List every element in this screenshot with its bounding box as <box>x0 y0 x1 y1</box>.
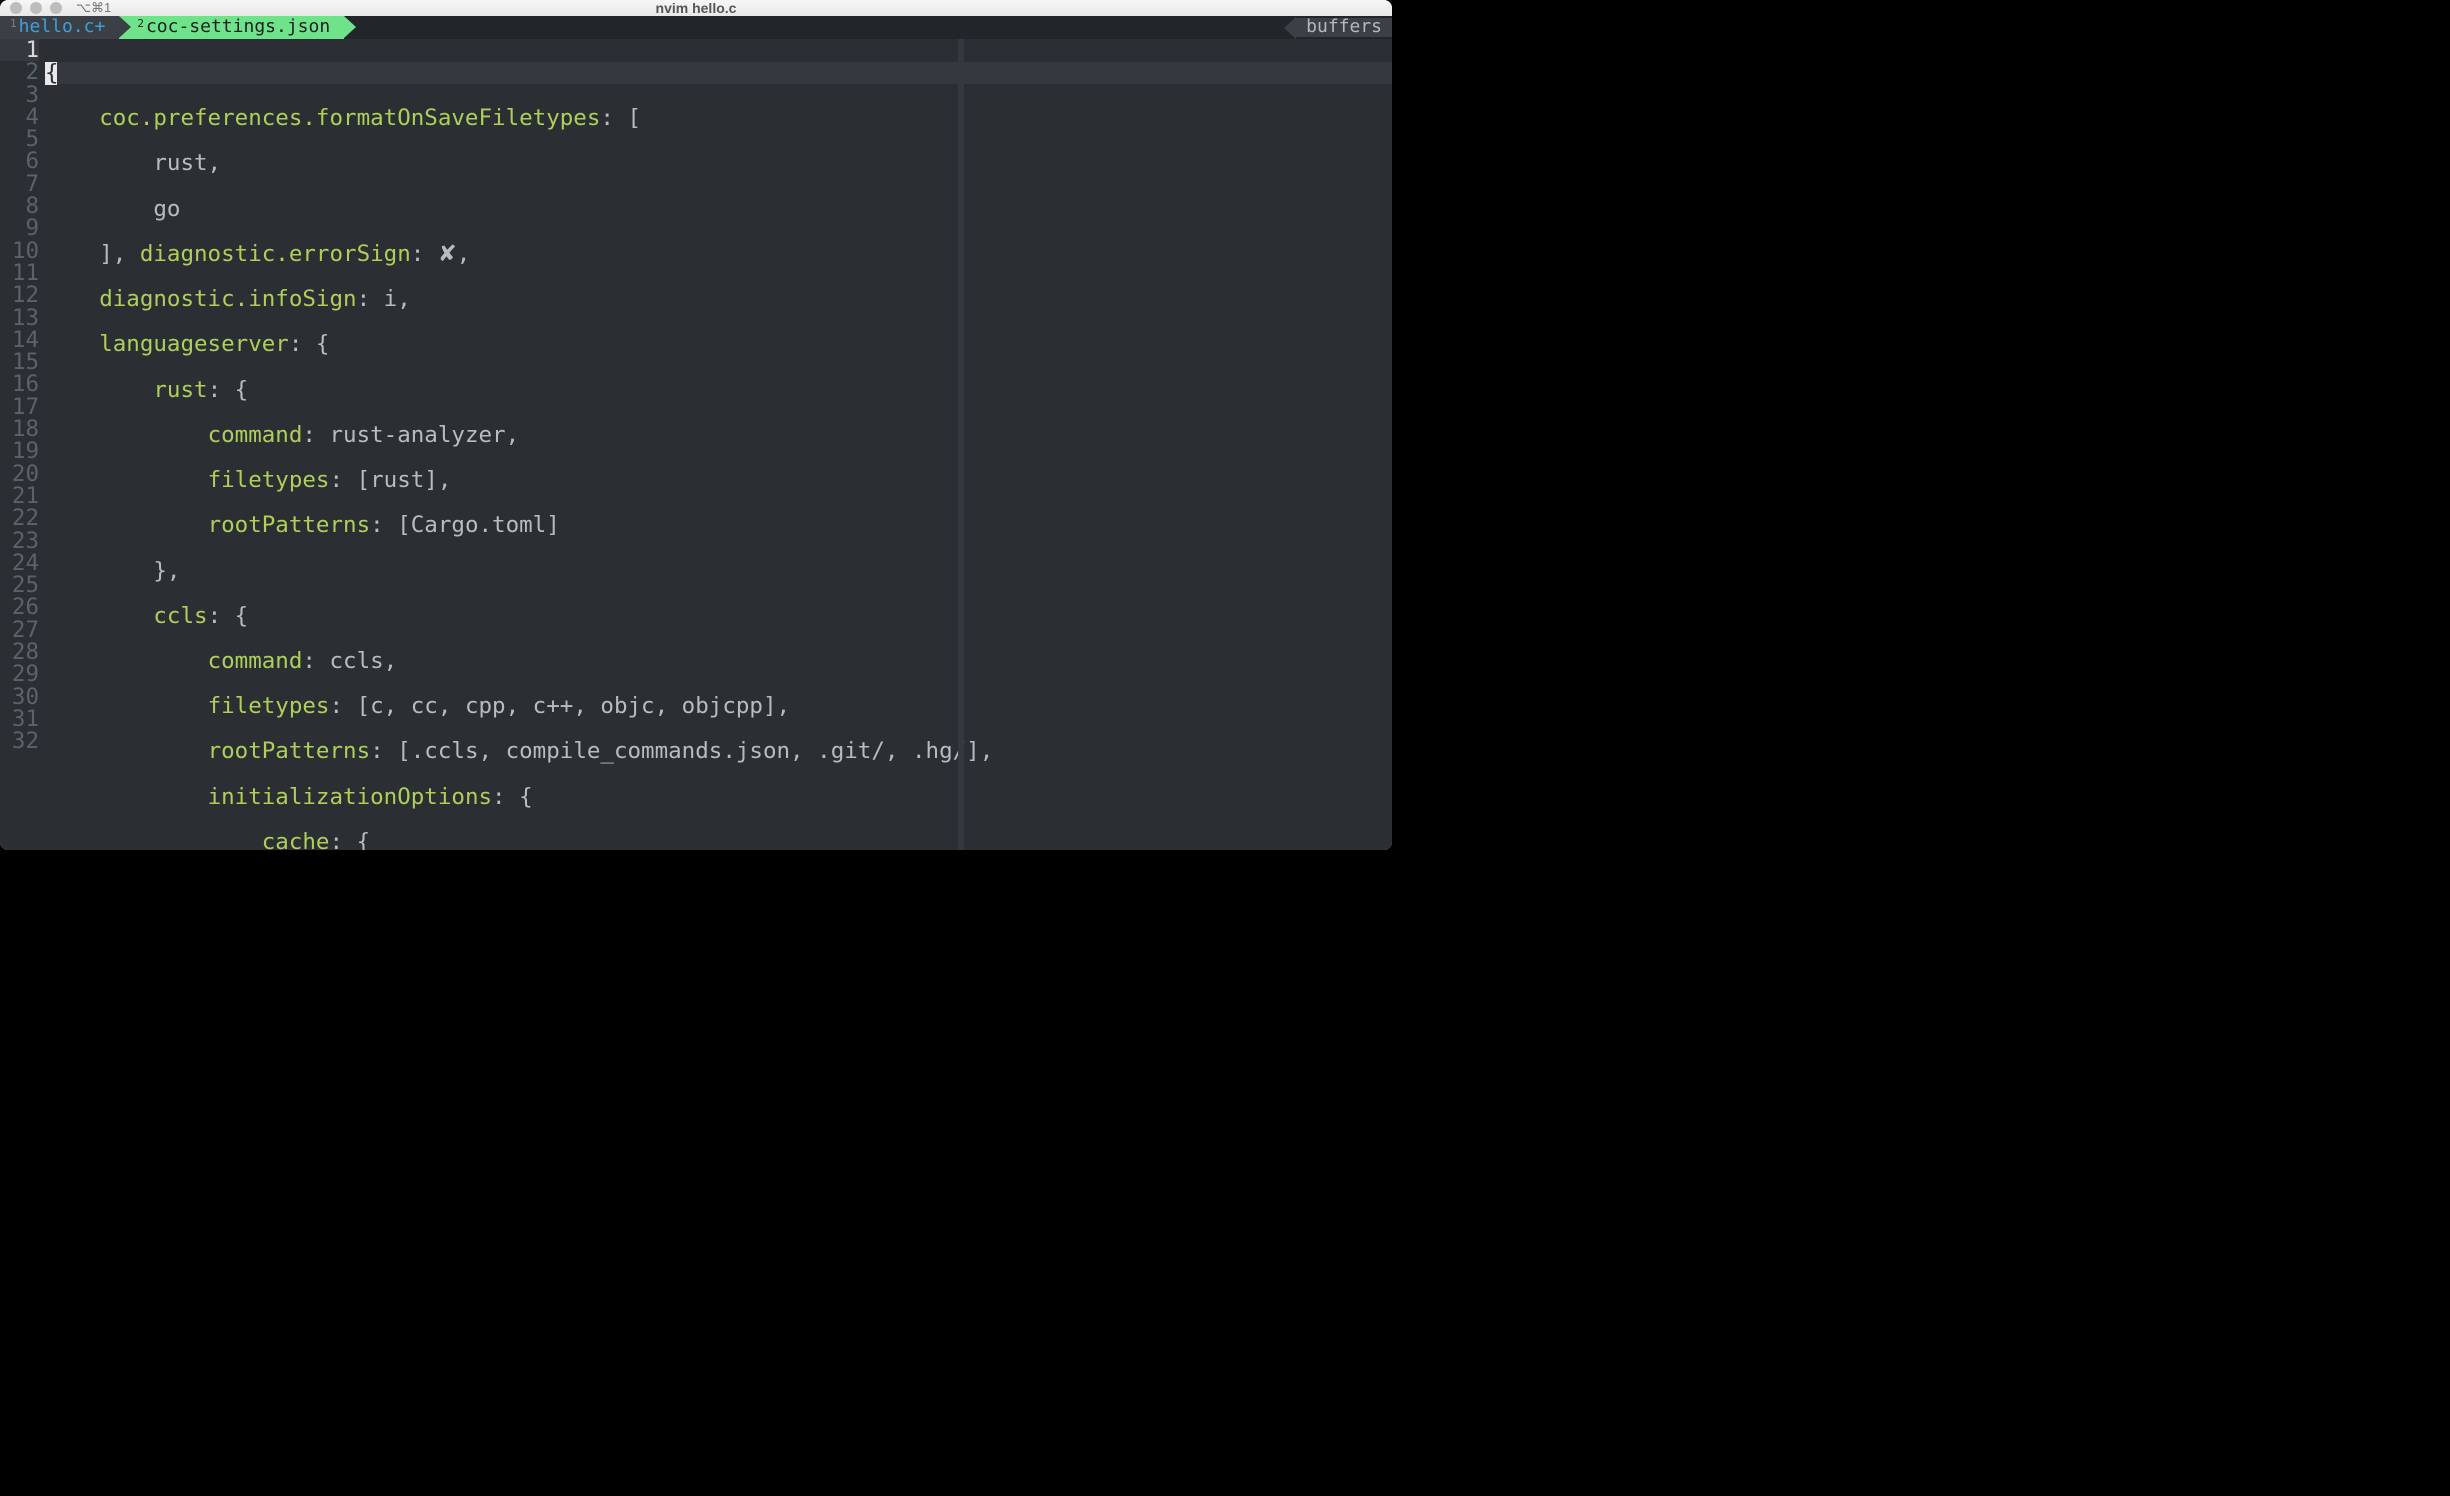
line-number: 9 <box>0 217 39 239</box>
titlebar-shortcut: ⌥⌘1 <box>76 0 111 16</box>
line-number: 12 <box>0 284 39 306</box>
code-line: coc.preferences.formatOnSaveFiletypes: [ <box>45 107 1392 129</box>
code-line: command: ccls, <box>45 650 1392 672</box>
window: ⌥⌘1 nvim hello.c 1 hello.c+ 2 coc-settin… <box>0 0 1392 850</box>
line-number: 25 <box>0 574 39 596</box>
line-number: 23 <box>0 530 39 552</box>
tabline-right: buffers <box>1284 16 1392 39</box>
line-number: 15 <box>0 351 39 373</box>
line-number: 6 <box>0 150 39 172</box>
line-number-gutter: 1 2 3 4 5 6 7 8 9 10 11 12 13 14 15 16 1… <box>0 39 45 850</box>
line-number: 17 <box>0 396 39 418</box>
line-number: 10 <box>0 240 39 262</box>
code-line: ], diagnostic.errorSign: ✘, <box>45 243 1392 265</box>
vertical-split[interactable] <box>958 39 964 850</box>
line-number: 3 <box>0 84 39 106</box>
error-sign-icon: ✘ <box>438 241 457 266</box>
line-number: 22 <box>0 507 39 529</box>
close-icon[interactable] <box>10 2 22 14</box>
tab-separator-icon <box>119 16 131 38</box>
line-number: 14 <box>0 329 39 351</box>
line-number: 11 <box>0 262 39 284</box>
code-line: go <box>45 198 1392 220</box>
tab-label: hello.c+ <box>19 18 106 36</box>
line-number: 5 <box>0 128 39 150</box>
line-number: 29 <box>0 663 39 685</box>
code-content[interactable]: { coc.preferences.formatOnSaveFiletypes:… <box>45 39 1392 850</box>
line-number: 28 <box>0 641 39 663</box>
code-line: rust: { <box>45 379 1392 401</box>
line-number: 4 <box>0 106 39 128</box>
line-number: 32 <box>0 730 39 752</box>
line-number: 8 <box>0 195 39 217</box>
code-line: rust, <box>45 152 1392 174</box>
zoom-icon[interactable] <box>50 2 62 14</box>
buffers-label[interactable]: buffers <box>1296 18 1392 36</box>
tab-number: 2 <box>137 18 144 29</box>
tab-hello-c[interactable]: 1 hello.c+ <box>0 16 119 39</box>
code-line: }, <box>45 560 1392 582</box>
tabline: 1 hello.c+ 2 coc-settings.json buffers <box>0 16 1392 39</box>
line-number: 20 <box>0 463 39 485</box>
line-number: 7 <box>0 173 39 195</box>
tab-label: coc-settings.json <box>146 18 330 36</box>
tab-number: 1 <box>10 18 17 29</box>
line-number: 24 <box>0 552 39 574</box>
code-line: filetypes: [c, cc, cpp, c++, objc, objcp… <box>45 695 1392 717</box>
line-number: 1 <box>0 39 39 61</box>
line-number: 27 <box>0 619 39 641</box>
code-line: initializationOptions: { <box>45 786 1392 808</box>
tab-coc-settings[interactable]: 2 coc-settings.json <box>119 16 344 39</box>
code-line: languageserver: { <box>45 333 1392 355</box>
code-line: { <box>45 62 1392 84</box>
line-number: 19 <box>0 440 39 462</box>
editor[interactable]: 1 2 3 4 5 6 7 8 9 10 11 12 13 14 15 16 1… <box>0 39 1392 850</box>
line-number: 2 <box>0 61 39 83</box>
code-line: diagnostic.infoSign: i, <box>45 288 1392 310</box>
code-line: ccls: { <box>45 605 1392 627</box>
line-number: 30 <box>0 686 39 708</box>
line-number: 18 <box>0 418 39 440</box>
traffic-lights <box>10 2 62 14</box>
code-line: filetypes: [rust], <box>45 469 1392 491</box>
tab-separator-icon <box>344 16 356 38</box>
code-line: rootPatterns: [.ccls, compile_commands.j… <box>45 740 1392 762</box>
line-number: 13 <box>0 307 39 329</box>
code-line: rootPatterns: [Cargo.toml] <box>45 514 1392 536</box>
code-line: command: rust-analyzer, <box>45 424 1392 446</box>
line-number: 31 <box>0 708 39 730</box>
line-number: 26 <box>0 596 39 618</box>
minimize-icon[interactable] <box>30 2 42 14</box>
line-number: 16 <box>0 373 39 395</box>
window-title: nvim hello.c <box>0 0 1392 16</box>
cursor: { <box>45 62 57 85</box>
line-number: 21 <box>0 485 39 507</box>
titlebar: ⌥⌘1 nvim hello.c <box>0 0 1392 16</box>
code-line: cache: { <box>45 831 1392 850</box>
terminal[interactable]: 1 hello.c+ 2 coc-settings.json buffers 1… <box>0 16 1392 850</box>
separator-icon <box>1284 17 1296 39</box>
